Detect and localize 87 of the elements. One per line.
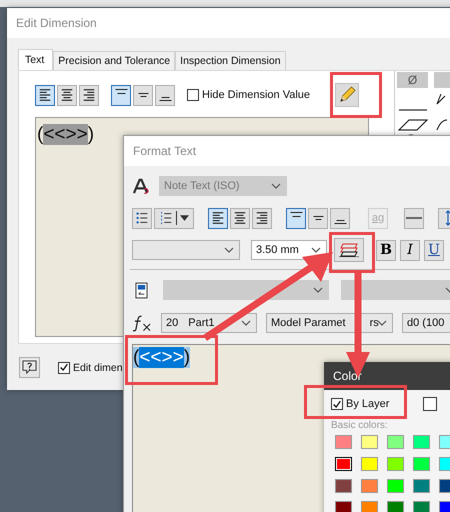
color-swatch[interactable] <box>335 479 352 493</box>
combo-text: 20 <box>166 316 178 331</box>
color-swatch[interactable] <box>387 479 404 493</box>
color-swatch[interactable] <box>361 457 378 471</box>
bullet-list-button[interactable] <box>132 208 152 228</box>
tab[interactable]: Text <box>18 49 54 70</box>
align-bottom-button[interactable] <box>155 84 175 106</box>
checkbox[interactable] <box>187 89 199 101</box>
align-top-button[interactable] <box>111 84 131 106</box>
line-icon <box>406 216 422 220</box>
align-right-icon <box>255 211 269 225</box>
function-icon <box>132 314 152 332</box>
line-spacing-icon <box>445 210 450 226</box>
edit-button[interactable] <box>335 83 360 107</box>
align-top-icon <box>290 212 302 216</box>
align-center-icon <box>233 211 247 225</box>
color-swatch[interactable] <box>413 501 430 512</box>
align-left-icon <box>211 211 225 225</box>
help-icon <box>22 360 37 375</box>
color-swatch[interactable] <box>361 479 378 493</box>
align-bottom-icon <box>158 97 172 101</box>
italic-button[interactable]: I <box>400 240 420 260</box>
section-label: Basic colors: <box>331 420 389 431</box>
align-middle-icon <box>138 93 148 97</box>
align-right-icon <box>82 88 96 102</box>
dropdown-arrow-icon <box>180 215 189 221</box>
combo-text: rs <box>370 316 379 331</box>
color-swatch[interactable] <box>413 435 430 449</box>
align-top-button[interactable] <box>286 208 306 228</box>
align-middle-button[interactable] <box>133 84 153 106</box>
color-swatch[interactable] <box>335 435 352 449</box>
align-left-button[interactable] <box>208 208 228 228</box>
tab[interactable]: Inspection Dimension <box>175 51 286 70</box>
color-swatch[interactable] <box>335 457 352 471</box>
color-swatch[interactable] <box>387 457 404 471</box>
align-center-button[interactable] <box>230 208 250 228</box>
highlight-frame <box>329 232 375 273</box>
checkbox[interactable] <box>58 362 70 374</box>
size-dropdown[interactable]: 3.50 mm <box>251 240 327 260</box>
text-style-icon <box>132 178 151 194</box>
align-right-button[interactable] <box>252 208 272 228</box>
bullet-list-icon <box>135 211 149 225</box>
bold-button[interactable]: B <box>376 240 396 260</box>
combo-text: Model Paramet <box>271 316 346 331</box>
numbered-list-icon <box>159 211 173 225</box>
pencil-icon <box>338 86 356 104</box>
layers-icon <box>339 243 359 257</box>
underline-button[interactable]: U <box>424 240 444 260</box>
align-middle-icon <box>312 216 324 220</box>
window-title: Format Text <box>124 136 450 166</box>
color-swatch[interactable] <box>387 501 404 512</box>
checkbox-label: Hide Dimension Value <box>202 89 310 101</box>
bracket-text: ) <box>88 124 94 145</box>
align-top-icon <box>114 88 128 94</box>
checkbox-label: By Layer <box>346 398 390 410</box>
symbol-button[interactable]: Ø <box>397 72 428 88</box>
checkbox[interactable] <box>331 398 343 410</box>
bracket-text: ( <box>37 124 44 145</box>
parameter-dropdown[interactable]: d0 (100 <box>402 313 450 333</box>
color-swatch[interactable] <box>387 435 404 449</box>
color-swatch[interactable] <box>361 435 378 449</box>
color-swatch[interactable] <box>413 457 430 471</box>
align-bottom-icon <box>334 220 346 224</box>
numbered-list-button[interactable] <box>154 208 194 228</box>
line-button[interactable] <box>404 208 424 228</box>
bracket-text: ( <box>133 347 140 368</box>
align-right-button[interactable] <box>79 84 99 106</box>
parameters-dropdown[interactable]: Model Paramet rs <box>266 313 393 333</box>
align-middle-button[interactable] <box>308 208 328 228</box>
align-center-icon <box>60 88 74 102</box>
color-swatch[interactable] <box>361 501 378 512</box>
highlight-frame <box>330 72 382 118</box>
tab[interactable]: Precision and Tolerance <box>53 51 176 70</box>
checkbox-label: Edit dimen <box>73 362 123 374</box>
color-swatch[interactable] <box>413 479 430 493</box>
align-bottom-button[interactable] <box>330 208 350 228</box>
window-title: Edit Dimension <box>7 8 450 38</box>
align-left-button[interactable] <box>35 84 55 106</box>
color-button[interactable] <box>334 238 364 262</box>
color-preview <box>423 397 438 411</box>
highlighted-text: <<>> <box>43 124 88 145</box>
combo-text: Part1 <box>188 316 215 331</box>
color-swatch[interactable] <box>335 501 352 512</box>
align-center-button[interactable] <box>57 84 77 106</box>
selected-text: <<>> <box>139 347 184 368</box>
help-button[interactable] <box>19 357 40 378</box>
align-left-icon <box>38 88 52 102</box>
